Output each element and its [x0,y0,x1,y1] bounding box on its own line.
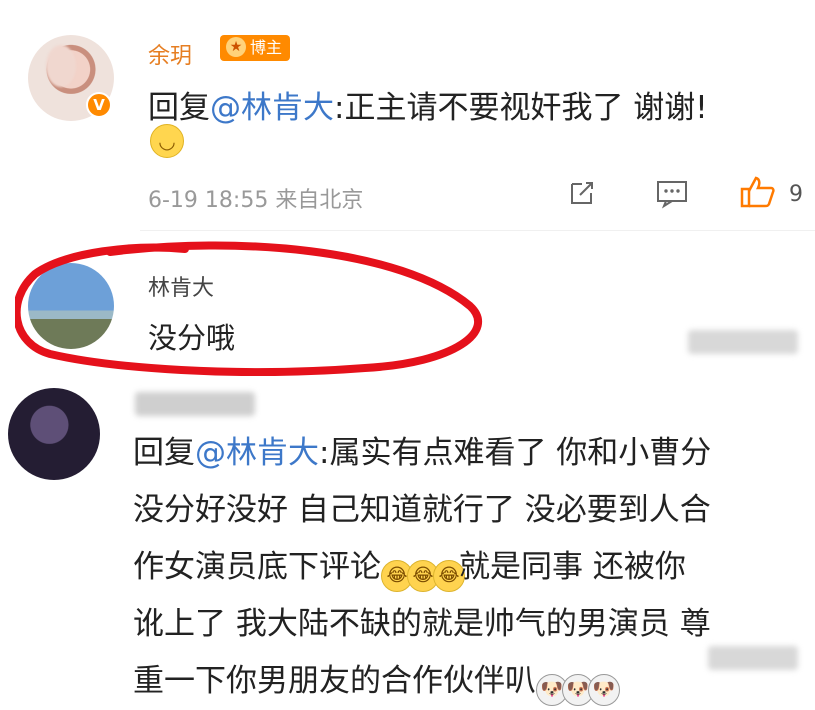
blurred-meta [708,646,798,670]
avatar[interactable] [8,388,100,480]
comment-line: 重一下你男朋友的合作伙伴叭 [133,663,536,699]
comment-text: 回复@林肯大:正主请不要视奸我了 谢谢! [148,82,708,127]
share-icon[interactable] [566,177,598,209]
comment-line: 讹上了 我大陆不缺的就是帅气的男演员 尊 [133,606,711,642]
mention-link[interactable]: @林肯大 [195,435,319,471]
reply-prefix: 回复 [148,90,210,126]
red-circle-annotation [15,241,483,376]
divider [140,230,815,231]
blogger-badge-icon: ★ [226,37,246,57]
commenter-name[interactable]: 余玥 [148,38,192,70]
blurred-face [46,45,76,87]
comment-line: 就是同事 还被你 [459,549,686,585]
like-count: 9 [789,182,803,207]
comment-icon[interactable] [654,177,690,209]
comment-line: 作女演员底下评论 [133,549,381,585]
comment-line: :属实有点难看了 你和小曹分 [319,435,712,471]
smile-emoji-icon: ◡ [150,124,184,158]
reply-body: :正主请不要视奸我了 谢谢! [334,90,708,126]
comment-line: 没分好没好 自己知道就行了 没必要到人合 [133,492,711,528]
comment-text: 回复@林肯大:属实有点难看了 你和小曹分 没分好没好 自己知道就行了 没必要到人… [133,425,711,710]
blurred-commenter-name [135,392,255,416]
comment-meta: 6-19 18:55 来自北京 [148,188,364,213]
like-thumb-icon[interactable] [738,174,778,210]
mention-link[interactable]: @林肯大 [210,90,334,126]
verified-badge-icon: V [86,92,112,118]
blurred-meta [688,330,798,354]
dog-emoji-icon: 🐶 [588,674,620,706]
reply-prefix: 回复 [133,435,195,471]
